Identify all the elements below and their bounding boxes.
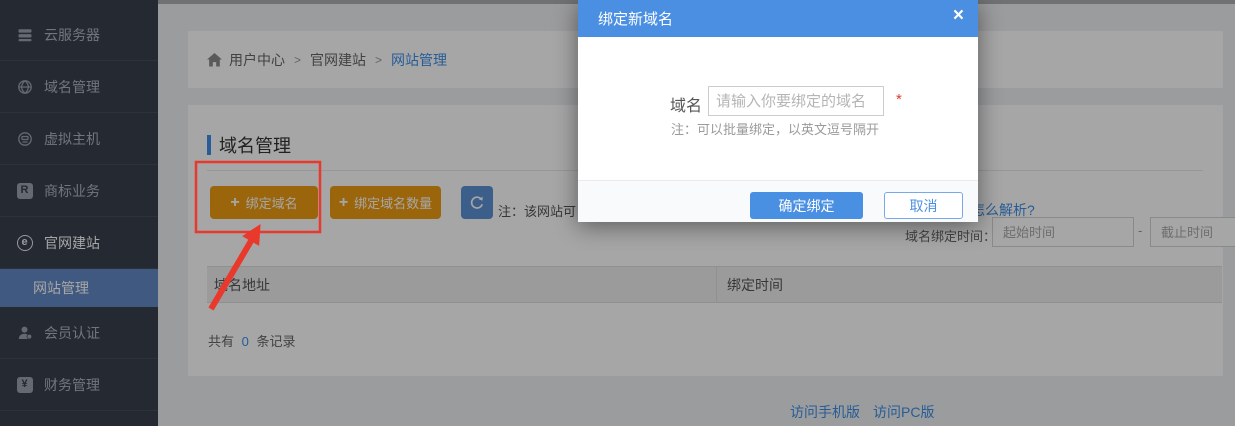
- required-asterisk: *: [896, 91, 902, 108]
- modal-footer: 确定绑定 取消: [578, 180, 978, 222]
- domain-input[interactable]: [708, 86, 884, 116]
- confirm-bind-button[interactable]: 确定绑定: [750, 192, 863, 219]
- bind-new-domain-modal: 绑定新域名 × 域名 * 注：可以批量绑定，以英文逗号隔开 确定绑定 取消: [578, 0, 978, 222]
- cancel-button[interactable]: 取消: [884, 192, 963, 219]
- close-icon[interactable]: ×: [953, 6, 964, 25]
- modal-header: 绑定新域名 ×: [578, 0, 978, 37]
- modal-title: 绑定新域名: [598, 8, 673, 29]
- domain-field-label: 域名: [670, 92, 702, 116]
- modal-note: 注：可以批量绑定，以英文逗号隔开: [671, 119, 879, 138]
